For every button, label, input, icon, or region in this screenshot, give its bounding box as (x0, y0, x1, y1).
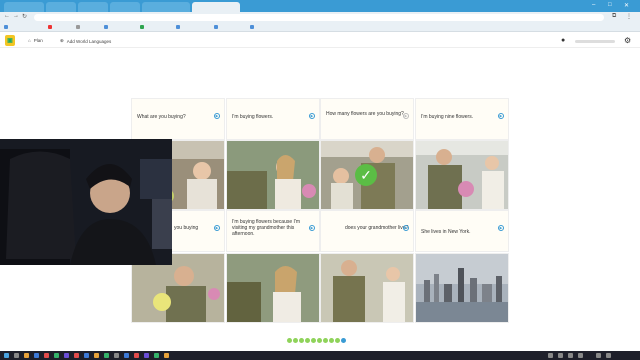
correct-check-icon: ✓ (355, 164, 377, 186)
taskbar-app-icon[interactable] (154, 353, 159, 358)
bookmark-item[interactable] (250, 24, 255, 30)
taskbar-app-icon[interactable] (74, 353, 79, 358)
forward-icon[interactable]: → (13, 13, 19, 19)
prompt-card[interactable]: I'm buying nine flowers. ▶ (415, 98, 509, 140)
taskbar-app-icon[interactable] (64, 353, 69, 358)
progress-dot (299, 338, 304, 343)
maximize-icon[interactable]: □ (608, 2, 612, 8)
taskbar-app-icon[interactable] (164, 353, 169, 358)
volume-icon[interactable] (606, 353, 611, 358)
speaker-icon[interactable]: ▶ (309, 225, 315, 231)
taskbar-app-icon[interactable] (144, 353, 149, 358)
user-icon[interactable]: ● (561, 37, 565, 44)
speaker-icon[interactable]: ▶ (403, 225, 409, 231)
home-icon: ⌂ (28, 38, 31, 43)
new-york-skyline-photo (416, 254, 508, 322)
wifi-icon[interactable] (596, 353, 601, 358)
taskbar-app-icon[interactable] (24, 353, 29, 358)
market-walk-photo (416, 141, 508, 209)
bookmark-item[interactable] (4, 24, 9, 30)
speaker-icon[interactable]: ▶ (309, 113, 315, 119)
progress-indicator (287, 338, 346, 343)
bookmark-item[interactable] (214, 24, 219, 30)
search-icon[interactable] (14, 353, 19, 358)
minimize-icon[interactable]: – (592, 2, 595, 8)
taskbar-app-icon[interactable] (134, 353, 139, 358)
streamer-webcam-feed (0, 139, 172, 265)
start-icon[interactable] (4, 353, 9, 358)
taskbar-app-icon[interactable] (34, 353, 39, 358)
scene-photo[interactable] (415, 140, 509, 210)
taskbar-app-icon[interactable] (124, 353, 129, 358)
progress-dot (329, 338, 334, 343)
bookmark-item[interactable] (104, 24, 109, 30)
browser-tab-active[interactable] (192, 2, 240, 12)
taskbar-app-icon[interactable] (114, 353, 119, 358)
bookmark-item[interactable] (176, 24, 181, 30)
speaker-icon[interactable]: ▶ (403, 113, 409, 119)
bookmark-item[interactable] (140, 24, 145, 30)
taskbar-app-icon[interactable] (54, 353, 59, 358)
bookmarks-bar (0, 23, 640, 32)
prompt-card[interactable]: What are you buying? ▶ (131, 98, 225, 140)
taskbar-app-icon[interactable] (44, 353, 49, 358)
taskbar-app-icon[interactable] (84, 353, 89, 358)
progress-dot (311, 338, 316, 343)
tray-icon[interactable] (558, 353, 563, 358)
prompt-card-selected[interactable]: How many flowers are you buying? ▶ (320, 98, 414, 140)
tray-icon[interactable] (568, 353, 573, 358)
address-bar[interactable] (34, 14, 604, 21)
progress-dot (305, 338, 310, 343)
tray-icon[interactable] (548, 353, 553, 358)
couple-talking-photo (321, 254, 413, 322)
nav-plan[interactable]: ⌂ Plan (28, 38, 43, 43)
bookmark-item[interactable] (48, 24, 53, 30)
scene-photo[interactable] (320, 253, 414, 323)
speaker-icon[interactable]: ▶ (214, 113, 220, 119)
app-logo[interactable]: ▣ (5, 35, 15, 46)
speaker-icon[interactable]: ▶ (498, 113, 504, 119)
browser-tab[interactable] (4, 2, 44, 12)
settings-gear-icon[interactable]: ⚙ (624, 36, 631, 45)
prompt-card[interactable]: I'm buying flowers. ▶ (226, 98, 320, 140)
scene-photo[interactable] (415, 253, 509, 323)
progress-dot (335, 338, 340, 343)
bookmark-item[interactable] (76, 24, 81, 30)
prompt-card[interactable]: She lives in New York. ▶ (415, 210, 509, 252)
speaker-icon[interactable]: ▶ (214, 225, 220, 231)
browser-tab[interactable] (78, 2, 108, 12)
reload-icon[interactable]: ↻ (22, 13, 27, 20)
market-couple-photo (227, 141, 319, 209)
scene-photo[interactable] (226, 140, 320, 210)
globe-icon: ⊕ (60, 38, 64, 43)
taskbar-app-icon[interactable] (104, 353, 109, 358)
browser-tab[interactable] (142, 2, 190, 12)
progress-dot (317, 338, 322, 343)
taskbar-app-icon[interactable] (94, 353, 99, 358)
browser-tab[interactable] (110, 2, 140, 12)
progress-dot-current (341, 338, 346, 343)
menu-icon[interactable]: ⋮ (626, 13, 632, 20)
webcam-overlay (0, 139, 172, 265)
prompt-card[interactable]: does your grandmother live? ▶ (320, 210, 414, 252)
close-icon[interactable]: ✕ (624, 2, 629, 9)
progress-dot (287, 338, 292, 343)
user-name-placeholder[interactable] (575, 40, 615, 43)
prompt-card[interactable]: I'm buying flowers because I'm visiting … (226, 210, 320, 252)
back-icon[interactable]: ← (4, 13, 10, 19)
nav-add-languages[interactable]: ⊕ Add World Languages (60, 38, 111, 44)
woman-smiling-photo (227, 254, 319, 322)
progress-dot (293, 338, 298, 343)
speaker-icon[interactable]: ▶ (498, 225, 504, 231)
scene-photo[interactable] (226, 253, 320, 323)
progress-dot (323, 338, 328, 343)
tray-icon[interactable] (578, 353, 583, 358)
browser-tab[interactable] (46, 2, 76, 12)
extensions-icon[interactable]: ⧉ (612, 13, 616, 20)
